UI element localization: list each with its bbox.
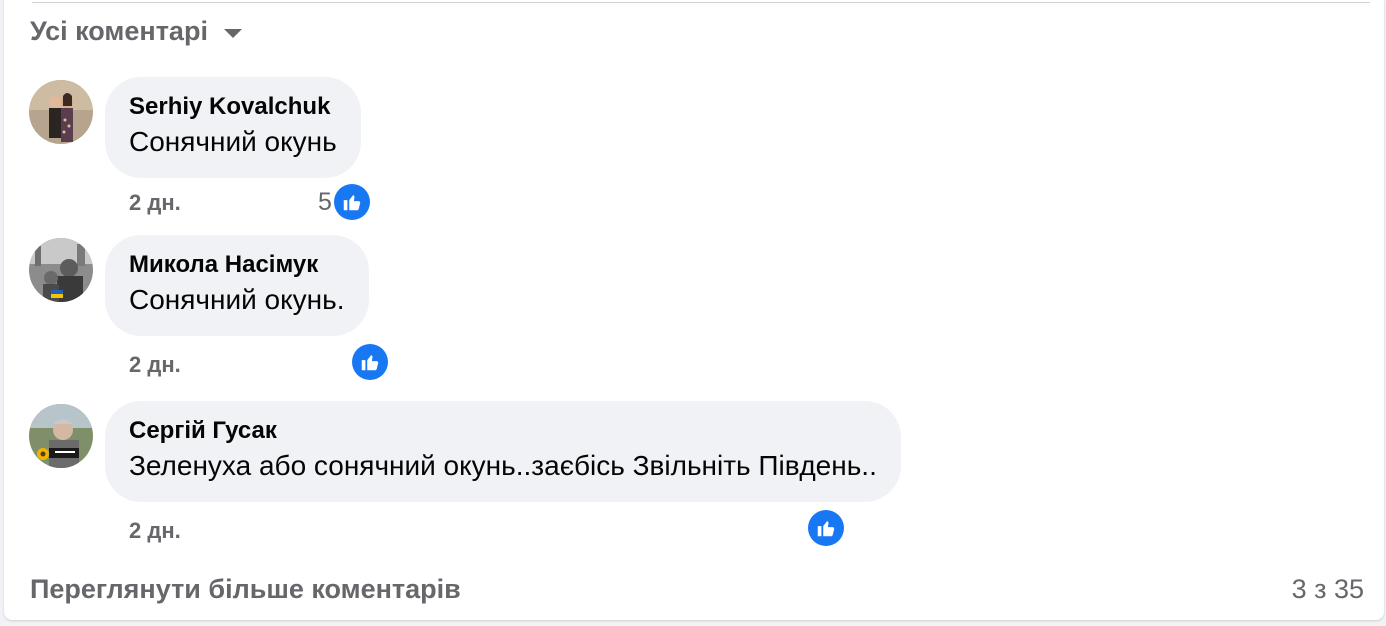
comments-counter: 3 з 35: [1291, 574, 1364, 604]
comment-text: Зеленуха або сонячний окунь..заєбісь Зві…: [129, 450, 877, 481]
thumbs-up-icon: [352, 344, 388, 380]
reaction-summary[interactable]: 5: [318, 184, 370, 220]
filter-label: Усі коментарі: [30, 16, 208, 46]
comments-filter-dropdown[interactable]: Усі коментарі: [30, 16, 242, 47]
comment-text: Сонячний окунь: [129, 126, 337, 157]
reaction-count: 5: [318, 187, 332, 216]
comment-author[interactable]: Сергій Гусак: [129, 415, 877, 447]
comment-bubble: Serhiy Kovalchuk Сонячний окунь: [105, 77, 361, 178]
comment-timestamp[interactable]: 2 дн.: [129, 190, 181, 216]
reaction-summary[interactable]: [808, 510, 844, 546]
thumbs-up-icon: [333, 184, 370, 220]
caret-down-icon: [223, 29, 242, 38]
comment-bubble: Микола Насімук Сонячний окунь.: [105, 235, 369, 336]
comments-panel: Усі коментарі Serhiy Kovalchuk Сонячний …: [4, 0, 1384, 620]
avatar[interactable]: [29, 238, 93, 302]
avatar[interactable]: [29, 404, 93, 468]
divider: [32, 2, 1370, 3]
comment-bubble: Сергій Гусак Зеленуха або сонячний окунь…: [105, 401, 901, 502]
thumbs-up-icon: [808, 510, 844, 546]
view-more-comments-link[interactable]: Переглянути більше коментарів: [30, 574, 461, 605]
reaction-summary[interactable]: [352, 344, 388, 380]
comment-author[interactable]: Микола Насімук: [129, 249, 345, 281]
comment-author[interactable]: Serhiy Kovalchuk: [129, 91, 337, 123]
comment-timestamp[interactable]: 2 дн.: [129, 352, 181, 378]
comment-timestamp[interactable]: 2 дн.: [129, 518, 181, 544]
avatar[interactable]: [29, 80, 93, 144]
comment-text: Сонячний окунь.: [129, 284, 345, 315]
